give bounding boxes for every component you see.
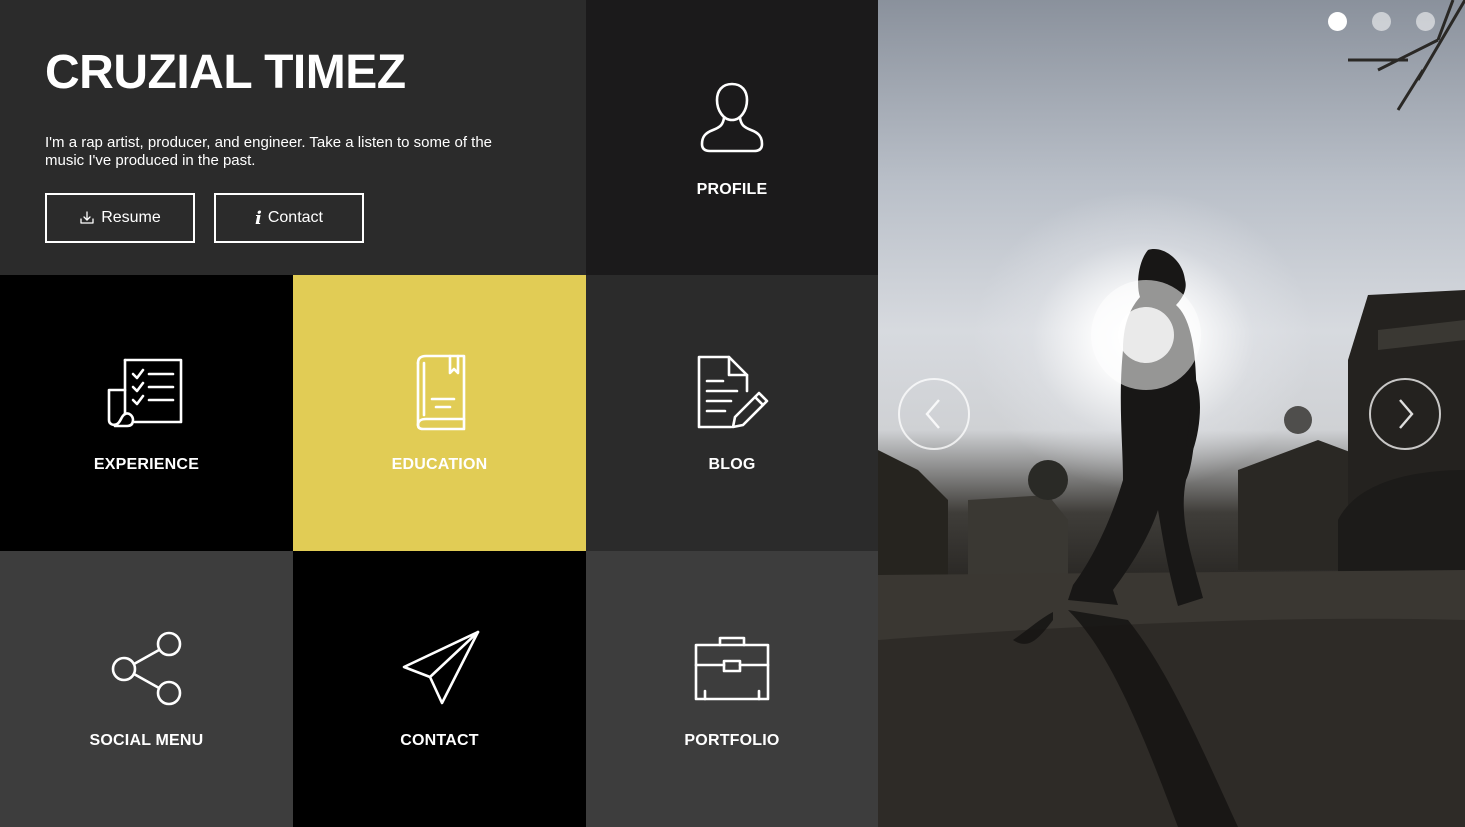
slider-dots <box>1328 12 1435 31</box>
chevron-left-icon <box>925 399 940 429</box>
info-icon: i <box>255 207 262 229</box>
tile-label-blog: BLOG <box>708 456 756 473</box>
page-title: CRUZIAL TIMEZ <box>45 46 406 99</box>
user-icon <box>692 77 772 157</box>
resume-button-label: Resume <box>101 209 161 226</box>
tile-label-profile: PROFILE <box>696 180 768 198</box>
download-icon <box>79 210 95 226</box>
book-icon <box>400 352 480 432</box>
tile-education[interactable]: EDUCATION <box>293 275 586 551</box>
slider-next-button[interactable] <box>1369 378 1441 450</box>
resume-button[interactable]: Resume <box>45 193 195 243</box>
page: CRUZIAL TIMEZ I'm a rap artist, producer… <box>0 0 1465 827</box>
intro-panel: CRUZIAL TIMEZ I'm a rap artist, producer… <box>0 0 586 275</box>
tile-label-contact: CONTACT <box>400 732 479 749</box>
document-edit-icon <box>692 352 772 432</box>
tile-social-menu[interactable]: SOCIAL MENU <box>0 551 293 827</box>
tile-profile[interactable]: PROFILE <box>586 0 878 275</box>
tile-portfolio[interactable]: PORTFOLIO <box>586 551 878 827</box>
paper-plane-icon <box>400 628 480 708</box>
slider-prev-button[interactable] <box>898 378 970 450</box>
hero-slider <box>878 0 1465 827</box>
slider-dot-2[interactable] <box>1372 12 1391 31</box>
chevron-right-icon <box>1399 399 1414 429</box>
tile-label-experience: EXPERIENCE <box>93 456 200 473</box>
checklist-icon <box>107 352 187 432</box>
intro-buttons: Resume i Contact <box>45 193 541 243</box>
tile-blog[interactable]: BLOG <box>586 275 878 551</box>
contact-button-label: Contact <box>267 209 323 226</box>
slider-dot-3[interactable] <box>1416 12 1435 31</box>
tile-label-social-menu: SOCIAL MENU <box>89 732 204 749</box>
tile-experience[interactable]: EXPERIENCE <box>0 275 293 551</box>
tile-label-education: EDUCATION <box>391 456 488 473</box>
bio-text: I'm a rap artist, producer, and engineer… <box>45 134 493 169</box>
contact-button[interactable]: i Contact <box>214 193 364 243</box>
tile-label-portfolio: PORTFOLIO <box>684 732 780 749</box>
slider-dot-1[interactable] <box>1328 12 1347 31</box>
tile-contact[interactable]: CONTACT <box>293 551 586 827</box>
share-icon <box>107 628 187 708</box>
briefcase-icon <box>692 628 772 708</box>
